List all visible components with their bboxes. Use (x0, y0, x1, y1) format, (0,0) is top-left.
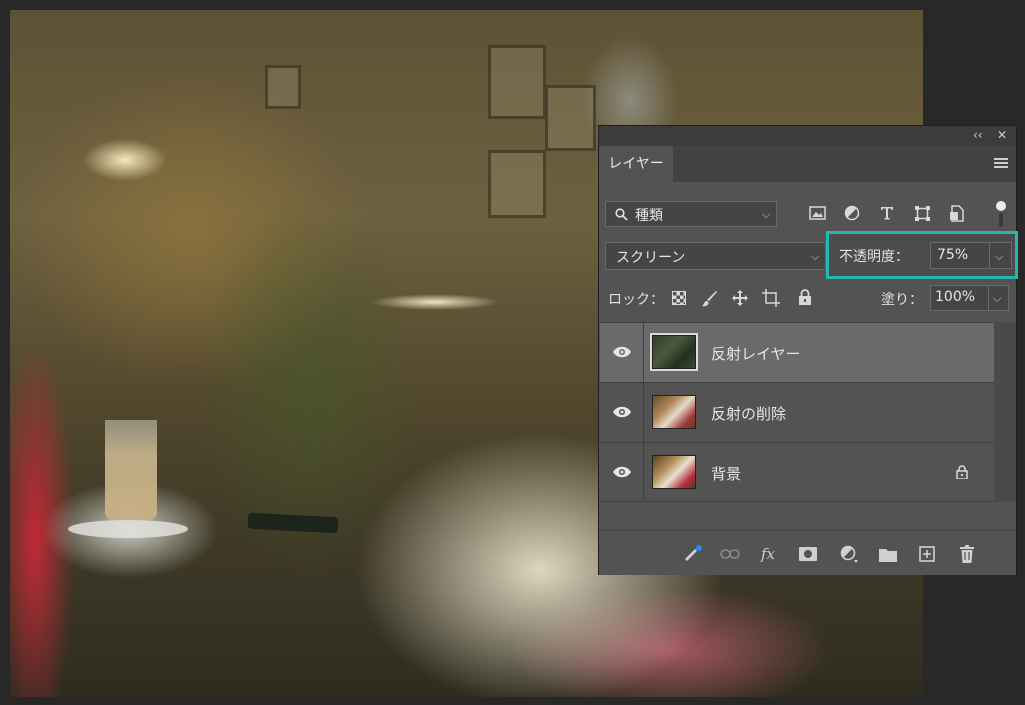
eye-icon[interactable] (612, 405, 632, 419)
layer-name[interactable]: 背景 (711, 463, 741, 484)
kind-label: 種類 (635, 208, 663, 224)
trash-icon[interactable] (957, 545, 977, 563)
opacity-label: 不透明度： (839, 249, 909, 265)
eye-icon[interactable] (612, 465, 632, 479)
opacity-value: 75% (937, 247, 969, 263)
lock-image-pixels-icon[interactable] (701, 290, 719, 308)
chevron-down-icon: ⌵ (993, 292, 1002, 305)
saucer (68, 520, 188, 538)
new-layer-icon[interactable] (917, 545, 937, 563)
fill-label: 塗り： (881, 292, 923, 308)
panel-titlebar: ‹‹ ✕ (599, 126, 1016, 146)
wall-frame (545, 85, 596, 151)
layers-panel: ‹‹ ✕ レイヤー 種類 ⌵ スクリーン ⌵ 不透明度： 75% ⌵ ロック： … (598, 125, 1018, 575)
layer-thumbnail[interactable] (652, 395, 696, 429)
lock-artboard-icon[interactable] (762, 289, 780, 307)
opacity-highlight-box: 不透明度： 75% ⌵ (826, 231, 1018, 279)
layer-kind-filter[interactable]: 種類 ⌵ (605, 201, 777, 227)
layers-scrollbar[interactable] (994, 322, 1016, 502)
folder-icon[interactable] (878, 545, 898, 563)
wall-frame (488, 150, 546, 218)
layer-thumbnail[interactable] (652, 455, 696, 489)
layer-thumbnail[interactable] (650, 333, 698, 371)
field-divider (989, 243, 990, 268)
layer-row[interactable]: 反射の削除 (600, 382, 994, 442)
fill-value: 100% (935, 289, 976, 305)
filter-toggle[interactable] (994, 199, 1008, 231)
layer-row[interactable]: 背景 (600, 442, 994, 502)
collapse-icon[interactable]: ‹‹ (973, 128, 983, 142)
search-layer-icon[interactable] (683, 545, 703, 563)
smart-object-filter-icon[interactable] (948, 204, 966, 222)
wall-frame (265, 65, 301, 109)
lock-all-icon[interactable] (798, 289, 812, 306)
layers-bottom-toolbar: fx (599, 530, 1016, 575)
lock-label: ロック： (608, 292, 664, 308)
field-divider (988, 286, 989, 310)
layer-lock-icon[interactable] (956, 465, 968, 479)
fill-field[interactable]: 100% ⌵ (930, 285, 1009, 311)
layer-name[interactable]: 反射レイヤー (711, 343, 801, 364)
wall-frame (488, 45, 546, 119)
toggle-track (999, 213, 1003, 227)
fx-icon[interactable]: fx (758, 545, 778, 563)
panel-menu-icon[interactable] (994, 158, 1008, 170)
phone (247, 512, 339, 534)
layer-name[interactable]: 反射の削除 (711, 403, 786, 424)
type-filter-icon[interactable] (878, 204, 896, 222)
chevron-down-icon: ⌵ (811, 250, 820, 263)
layer-mask-icon[interactable] (798, 545, 818, 563)
chevron-down-icon: ⌵ (762, 208, 771, 221)
link-layers-icon[interactable] (720, 545, 740, 563)
layer-row[interactable]: 反射レイヤー (600, 322, 994, 382)
adjustment-layer-icon[interactable] (839, 545, 859, 563)
lock-transparent-pixels-icon[interactable] (672, 291, 686, 305)
panel-tabbar: レイヤー (599, 146, 1016, 182)
tab-layers[interactable]: レイヤー (599, 146, 673, 182)
search-icon (615, 208, 628, 221)
lock-position-icon[interactable] (731, 289, 749, 307)
image-filter-icon[interactable] (808, 204, 826, 222)
eye-icon[interactable] (612, 345, 632, 359)
toggle-knob-icon (996, 201, 1006, 211)
fx-label: fx (760, 545, 775, 563)
blend-mode-select[interactable]: スクリーン ⌵ (605, 242, 826, 270)
shape-filter-icon[interactable] (913, 204, 931, 222)
blend-mode-value: スクリーン (616, 250, 686, 266)
coffee-cup (105, 420, 157, 520)
adjustment-filter-icon[interactable] (843, 204, 861, 222)
opacity-field[interactable]: 75% ⌵ (930, 242, 1012, 269)
chevron-down-icon: ⌵ (995, 250, 1004, 263)
close-icon[interactable]: ✕ (997, 128, 1007, 142)
